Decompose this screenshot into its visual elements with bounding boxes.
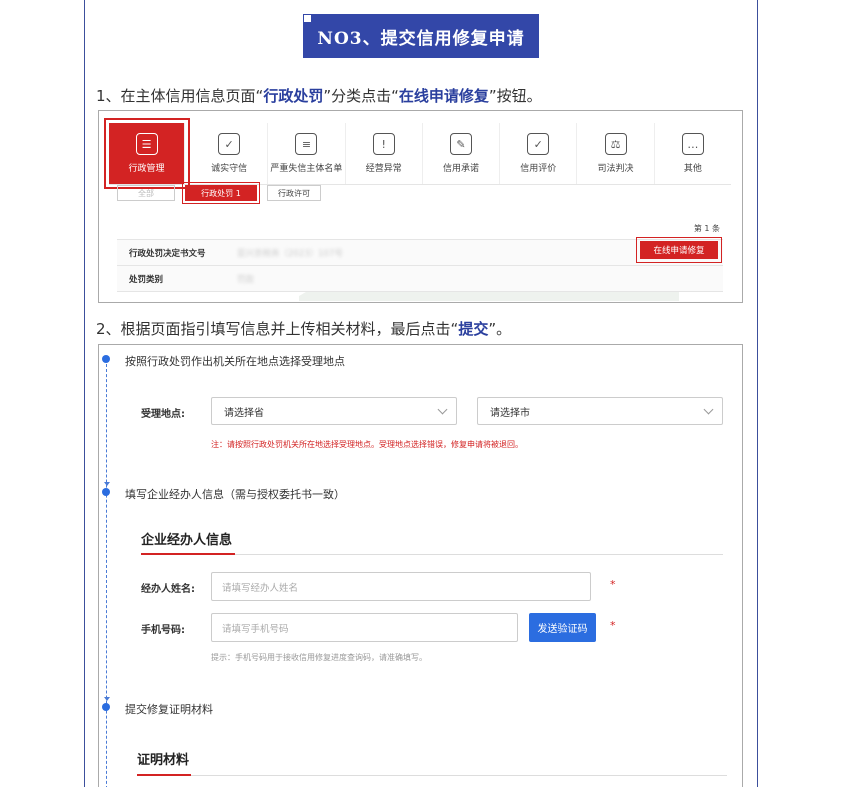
- rating-icon: ✓: [527, 133, 550, 155]
- subtab-admin-penalty[interactable]: 行政处罚 1: [182, 182, 260, 204]
- timeline-arrow: [104, 482, 110, 486]
- heading-underline: [141, 553, 235, 555]
- step-2-suffix: ”。: [488, 320, 512, 338]
- judgment-icon: ⚖: [604, 133, 627, 155]
- screenshot-credit-info: ☰ 行政管理 ✓ 诚实守信 ≡ 严重失信主体名单 ! 经营异常 ✎ 信用承诺 ✓ 信用评价 …: [98, 110, 743, 303]
- table-row: 行政处罚决定书文号 亚兴京税务（2023）107号: [117, 240, 723, 266]
- tab-label: 经营异常: [365, 164, 402, 174]
- tab-business-abnormal[interactable]: ! 经营异常: [346, 123, 423, 184]
- table-row: 处罚类别 罚款: [117, 266, 723, 292]
- tab-credit-commitment[interactable]: ✎ 信用承诺: [423, 123, 501, 184]
- tab-label: 信用评价: [520, 164, 557, 174]
- step-1-mid: ”分类点击“: [323, 87, 399, 105]
- send-code-button[interactable]: 发送验证码: [529, 613, 596, 642]
- phone-hint: 提示：手机号码用于接收信用修复进度查询码，请准确填写。: [211, 653, 427, 662]
- tab-label: 其他: [683, 164, 702, 174]
- progress-timeline: [106, 359, 107, 787]
- agent-info-heading: 企业经办人信息: [141, 533, 233, 548]
- banner-title: NO3、提交信用修复申请: [317, 28, 525, 49]
- tab-label: 诚实守信: [211, 164, 248, 174]
- tab-serious-dishonest-list[interactable]: ≡ 严重失信主体名单: [268, 123, 346, 184]
- section-title-location: 按照行政处罚作出机关所在地点选择受理地点: [125, 355, 345, 368]
- timeline-dot: [102, 488, 110, 496]
- apply-repair-button[interactable]: 在线申请修复: [636, 237, 722, 263]
- subtab-all[interactable]: 全部: [117, 185, 175, 201]
- banner-corner-decoration: [303, 14, 312, 23]
- step-2-prefix: 2、根据页面指引填写信息并上传相关材料，最后点击“: [96, 320, 459, 338]
- step-1-highlight-penalty: 行政处罚: [263, 87, 324, 105]
- row-key: 行政处罚决定书文号: [129, 248, 206, 259]
- other-icon: …: [681, 133, 704, 155]
- list-icon: ≡: [295, 133, 318, 155]
- phone-label: 手机号码:: [141, 625, 185, 636]
- tab-label: 行政管理: [128, 164, 165, 174]
- timeline-dot: [102, 703, 110, 711]
- penalty-table: 行政处罚决定书文号 亚兴京税务（2023）107号 处罚类别 罚款: [117, 239, 723, 292]
- subtab-admin-license[interactable]: 行政许可: [267, 185, 321, 201]
- city-select-value: 请选择市: [490, 407, 530, 419]
- record-count: 第 1 条: [693, 224, 720, 233]
- tab-honesty[interactable]: ✓ 诚实守信: [191, 123, 269, 184]
- timeline-dot: [102, 355, 110, 363]
- chevron-down-icon: [437, 404, 448, 415]
- agent-name-input[interactable]: 请填写经办人姓名: [211, 572, 591, 601]
- province-select-value: 请选择省: [224, 407, 264, 419]
- location-label: 受理地点:: [141, 409, 185, 420]
- location-note: 注：请按照行政处罚机关所在地选择受理地点。受理地点选择错误，修复申请将被退回。: [211, 440, 523, 449]
- section-banner: NO3、提交信用修复申请: [303, 14, 539, 58]
- province-select[interactable]: 请选择省: [211, 397, 457, 425]
- heading-underline: [137, 774, 191, 776]
- step-1-highlight-apply: 在线申请修复: [398, 87, 489, 105]
- alarm-icon: !: [372, 133, 395, 155]
- row-key: 处罚类别: [129, 274, 164, 285]
- tab-label: 严重失信主体名单: [270, 164, 343, 174]
- step-2-highlight-submit: 提交: [458, 320, 489, 338]
- category-tabs: ☰ 行政管理 ✓ 诚实守信 ≡ 严重失信主体名单 ! 经营异常 ✎ 信用承诺 ✓ 信用评价 …: [104, 118, 731, 189]
- tab-judicial-judgment[interactable]: ⚖ 司法判决: [577, 123, 655, 184]
- city-select[interactable]: 请选择市: [477, 397, 723, 425]
- tab-admin-management[interactable]: ☰ 行政管理: [104, 118, 190, 189]
- step-1-prefix: 1、在主体信用信息页面“: [96, 87, 264, 105]
- tab-label: 信用承诺: [442, 164, 479, 174]
- section-title-agent: 填写企业经办人信息（需与授权委托书一致）: [125, 488, 345, 501]
- required-mark: *: [610, 619, 616, 632]
- certificate-icon: ✎: [449, 133, 472, 155]
- divider: [137, 775, 727, 776]
- tab-label: 司法判决: [597, 164, 634, 174]
- evidence-heading: 证明材料: [137, 753, 190, 768]
- chevron-down-icon: [703, 404, 714, 415]
- subtabs: 全部 行政处罚 1 行政许可: [117, 182, 321, 205]
- phone-input[interactable]: 请填写手机号码: [211, 613, 518, 642]
- row-value: 罚款: [237, 274, 255, 285]
- step-1-suffix: ”按钮。: [488, 87, 542, 105]
- document-icon: ☰: [135, 133, 158, 155]
- screenshot-repair-form: 按照行政处罚作出机关所在地点选择受理地点 受理地点: 请选择省 请选择市 注：请…: [98, 344, 743, 787]
- agent-name-label: 经办人姓名:: [141, 584, 195, 595]
- tab-credit-rating[interactable]: ✓ 信用评价: [500, 123, 578, 184]
- section-title-evidence: 提交修复证明材料: [125, 703, 213, 716]
- step-1-text: 1、在主体信用信息页面“行政处罚”分类点击“在线申请修复”按钮。: [96, 85, 542, 106]
- step-2-text: 2、根据页面指引填写信息并上传相关材料，最后点击“提交”。: [96, 318, 511, 339]
- timeline-arrow: [104, 697, 110, 701]
- required-mark: *: [610, 578, 616, 591]
- shield-check-icon: ✓: [218, 133, 241, 155]
- tab-other[interactable]: … 其他: [655, 123, 731, 184]
